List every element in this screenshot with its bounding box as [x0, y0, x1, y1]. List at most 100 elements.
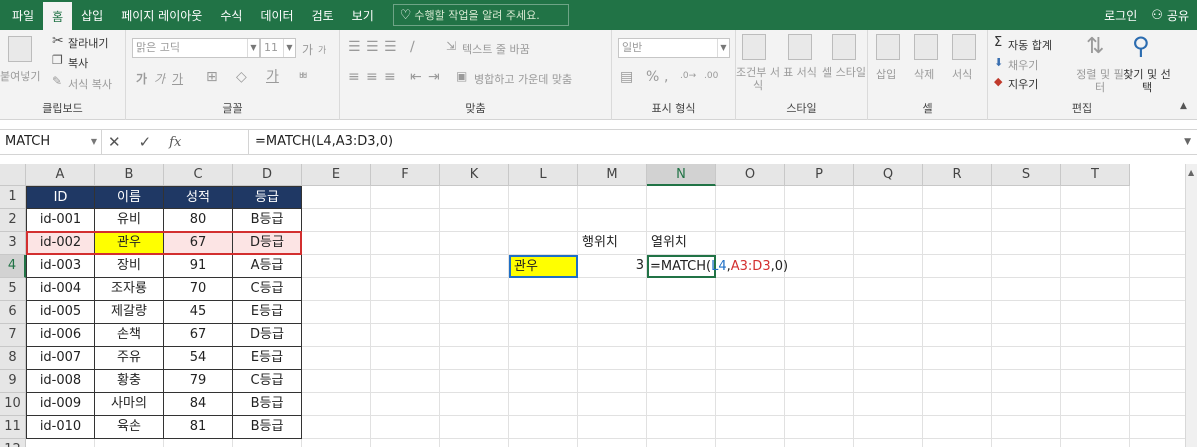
column-header-M[interactable]: M — [578, 164, 647, 186]
tab-7[interactable]: 보기 — [343, 0, 383, 30]
scroll-up-icon[interactable]: ▲ — [1188, 168, 1194, 177]
row-header-12[interactable]: 12 — [0, 439, 26, 447]
table-cell[interactable]: 80 — [164, 209, 233, 232]
expand-formula-icon[interactable]: ▼ — [1184, 130, 1191, 154]
decrease-decimal-icon[interactable]: .00 — [704, 72, 718, 81]
table-cell[interactable]: 79 — [164, 370, 233, 393]
align-center-icon[interactable]: ≡ — [366, 70, 378, 84]
table-cell[interactable]: D등급 — [233, 232, 302, 255]
cut-button[interactable]: 잘라내기 — [68, 35, 108, 51]
table-cell[interactable]: 조자룡 — [95, 278, 164, 301]
column-header-O[interactable]: O — [716, 164, 785, 186]
column-header-N[interactable]: N — [647, 164, 716, 186]
column-header-K[interactable]: K — [440, 164, 509, 186]
table-header-cell[interactable]: 이름 — [95, 186, 164, 209]
align-top-icon[interactable]: ☰ — [348, 40, 361, 54]
table-cell[interactable]: id-005 — [26, 301, 95, 324]
collapse-ribbon-icon[interactable]: ▲ — [1180, 102, 1187, 111]
comma-icon[interactable]: , — [664, 70, 668, 84]
column-header-F[interactable]: F — [371, 164, 440, 186]
table-cell[interactable]: E등급 — [233, 301, 302, 324]
increase-decimal-icon[interactable]: .0→ — [680, 72, 696, 81]
cell-style-button[interactable]: 셀 스타일 — [822, 66, 866, 79]
table-header-cell[interactable]: 등급 — [233, 186, 302, 209]
table-cell[interactable]: 81 — [164, 416, 233, 439]
table-cell[interactable]: E등급 — [233, 347, 302, 370]
vertical-scrollbar[interactable]: ▲ — [1185, 164, 1197, 447]
copy-button[interactable]: 복사 — [68, 55, 88, 71]
increase-indent-icon[interactable]: ⇥ — [428, 70, 440, 84]
column-header-B[interactable]: B — [95, 164, 164, 186]
row-header-4[interactable]: 4 — [0, 255, 26, 278]
column-header-A[interactable]: A — [26, 164, 95, 186]
italic-button[interactable]: 가 — [154, 70, 165, 87]
worksheet-grid[interactable]: ABCDEFKLMNOPQRST123456789101112ID이름성적등급i… — [0, 164, 1197, 447]
fill-color-icon[interactable]: ◇ — [236, 70, 247, 84]
table-cell[interactable]: 67 — [164, 232, 233, 255]
cell-M4[interactable]: 3 — [578, 255, 644, 278]
table-cell[interactable]: id-008 — [26, 370, 95, 393]
clear-button[interactable]: 지우기 — [1008, 76, 1038, 92]
table-cell[interactable]: 91 — [164, 255, 233, 278]
row-header-8[interactable]: 8 — [0, 347, 26, 370]
align-left-icon[interactable]: ≡ — [348, 70, 360, 84]
table-cell[interactable]: 손책 — [95, 324, 164, 347]
table-cell[interactable]: C등급 — [233, 278, 302, 301]
column-header-P[interactable]: P — [785, 164, 854, 186]
table-cell[interactable]: 장비 — [95, 255, 164, 278]
row-header-11[interactable]: 11 — [0, 416, 26, 439]
cell-N4-editing[interactable]: =MATCH(L4,A3:D3,0) — [647, 255, 788, 278]
grow-font-button[interactable]: 가 — [302, 41, 313, 58]
font-size-select[interactable]: 11 ▼ — [260, 38, 296, 58]
table-cell[interactable]: 황충 — [95, 370, 164, 393]
decrease-indent-icon[interactable]: ⇤ — [410, 70, 422, 84]
row-header-10[interactable]: 10 — [0, 393, 26, 416]
table-cell[interactable]: B등급 — [233, 209, 302, 232]
login-link[interactable]: 로그인 — [1104, 7, 1137, 24]
tab-6[interactable]: 검토 — [303, 0, 343, 30]
phonetic-icon[interactable]: ㅃ — [298, 70, 308, 81]
row-header-3[interactable]: 3 — [0, 232, 26, 255]
insert-function-icon[interactable]: fx — [169, 135, 181, 150]
tell-me-box[interactable]: ♡ 수행할 작업을 알려 주세요. — [392, 4, 569, 26]
column-header-E[interactable]: E — [302, 164, 371, 186]
wrap-text-button[interactable]: 텍스트 줄 바꿈 — [462, 41, 530, 57]
table-cell[interactable]: 사마의 — [95, 393, 164, 416]
table-cell[interactable]: id-002 — [26, 232, 95, 255]
column-header-R[interactable]: R — [923, 164, 992, 186]
table-cell[interactable]: 45 — [164, 301, 233, 324]
border-icon[interactable]: ⊞ — [206, 70, 218, 84]
format-cells-button[interactable]: 서식 — [952, 66, 972, 82]
table-cell[interactable]: id-007 — [26, 347, 95, 370]
merge-center-button[interactable]: 병합하고 가운데 맞춤 — [474, 71, 572, 87]
tab-0[interactable]: 파일 — [0, 0, 43, 30]
name-box[interactable]: MATCH ▼ — [0, 130, 102, 154]
underline-button[interactable]: 가 — [172, 70, 183, 87]
table-cell[interactable]: id-009 — [26, 393, 95, 416]
table-cell[interactable]: id-001 — [26, 209, 95, 232]
table-header-cell[interactable]: 성적 — [164, 186, 233, 209]
table-cell[interactable]: 유비 — [95, 209, 164, 232]
tab-1[interactable]: 홈 — [43, 2, 73, 30]
column-header-T[interactable]: T — [1061, 164, 1130, 186]
percent-icon[interactable]: % — [646, 70, 659, 84]
insert-cells-button[interactable]: 삽입 — [876, 66, 896, 82]
orientation-icon[interactable]: ∕ — [410, 40, 415, 54]
table-cell[interactable]: A등급 — [233, 255, 302, 278]
column-header-D[interactable]: D — [233, 164, 302, 186]
fill-button[interactable]: 채우기 — [1008, 57, 1038, 73]
formula-input[interactable]: =MATCH(L4,A3:D3,0) — [248, 130, 1183, 154]
row-header-6[interactable]: 6 — [0, 301, 26, 324]
cancel-icon[interactable]: ✕ — [108, 133, 121, 151]
table-cell[interactable]: B등급 — [233, 416, 302, 439]
table-cell[interactable]: id-004 — [26, 278, 95, 301]
table-cell[interactable]: 54 — [164, 347, 233, 370]
table-cell[interactable]: 70 — [164, 278, 233, 301]
row-header-9[interactable]: 9 — [0, 370, 26, 393]
paste-button[interactable]: 붙여넣기 — [0, 68, 40, 84]
cell-L4[interactable]: 관우 — [509, 255, 578, 278]
table-cell[interactable]: 주유 — [95, 347, 164, 370]
table-cell[interactable]: D등급 — [233, 324, 302, 347]
table-cell[interactable]: 육손 — [95, 416, 164, 439]
cell-M3[interactable]: 행위치 — [582, 232, 651, 255]
